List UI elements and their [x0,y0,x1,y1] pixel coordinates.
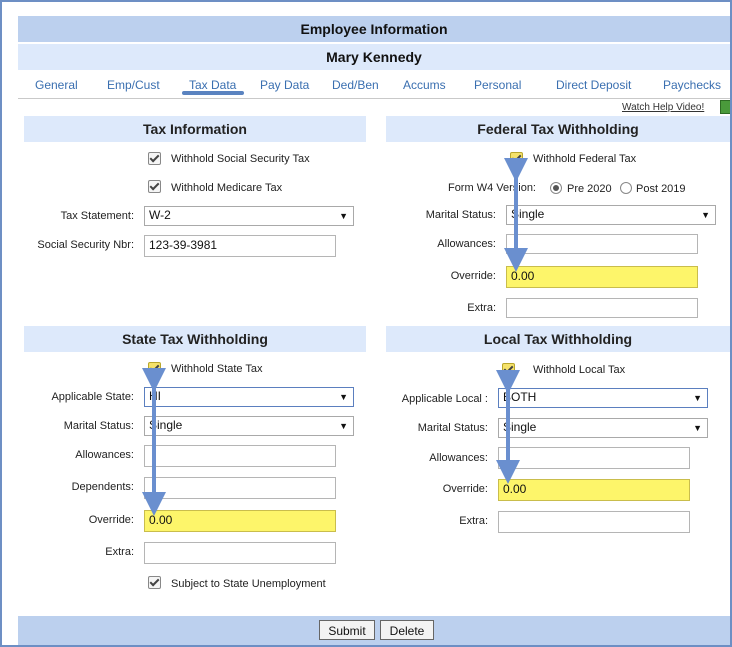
state-dependents-input[interactable] [144,477,336,499]
applicable-local-value: BOTH [503,390,537,404]
withhold-local-checkbox[interactable] [502,363,515,376]
chevron-down-icon: ▼ [339,421,348,431]
federal-extra-input[interactable] [506,298,698,318]
state-override-label: Override: [88,514,134,526]
submit-button[interactable]: Submit [319,620,375,640]
withhold-state-checkbox[interactable] [148,362,161,375]
tab-pay-data[interactable]: Pay Data [260,78,309,92]
federal-allowances-input[interactable] [506,234,698,254]
pre-2020-radio[interactable] [550,182,562,194]
chevron-down-icon: ▼ [339,392,348,402]
withhold-federal-label: Withhold Federal Tax [533,153,637,165]
state-override-input[interactable]: 0.00 [144,510,336,532]
state-extra-label: Extra: [105,546,134,558]
local-allowances-input[interactable] [498,447,690,469]
withhold-ss-checkbox[interactable] [148,152,161,165]
active-tab-indicator [182,91,244,95]
local-marital-value: Single [503,420,537,434]
sui-label: Subject to State Unemployment [171,578,326,590]
state-marital-label: Marital Status: [63,420,134,432]
state-dependents-label: Dependents: [71,481,134,493]
federal-marital-label: Marital Status: [425,209,496,221]
pre-2020-label: Pre 2020 [567,183,612,195]
tab-general[interactable]: General [35,78,78,92]
tab-direct-deposit[interactable]: Direct Deposit [556,78,631,92]
film-icon[interactable] [720,100,730,114]
chevron-down-icon: ▼ [693,423,702,433]
withhold-local-label: Withhold Local Tax [533,364,626,376]
local-allowances-label: Allowances: [429,452,488,464]
ssn-label: Social Security Nbr: [37,239,134,251]
state-allowances-input[interactable] [144,445,336,467]
federal-extra-label: Extra: [467,302,496,314]
state-allowances-label: Allowances: [75,449,134,461]
ssn-input[interactable]: 123-39-3981 [144,235,336,257]
tax-info-header: Tax Information [24,116,366,142]
state-marital-value: Single [149,418,183,432]
tax-statement-select[interactable]: W-2 ▼ [144,206,354,226]
federal-override-input[interactable]: 0.00 [506,266,698,288]
state-extra-input[interactable] [144,542,336,564]
employee-window: Employee Information Mary Kennedy Genera… [0,0,732,647]
federal-header: Federal Tax Withholding [386,116,730,142]
federal-marital-select[interactable]: Single ▼ [506,205,716,225]
sui-checkbox[interactable] [148,576,161,589]
tab-accums[interactable]: Accums [403,78,446,92]
tax-statement-value: W-2 [149,208,171,222]
tab-ded-ben[interactable]: Ded/Ben [332,78,379,92]
applicable-state-label: Applicable State: [51,391,134,403]
chevron-down-icon: ▼ [693,393,702,403]
page-title: Employee Information [18,16,730,42]
tax-statement-label: Tax Statement: [60,210,134,222]
help-video-link[interactable]: Watch Help Video! [622,102,704,113]
withhold-medicare-checkbox[interactable] [148,180,161,193]
local-extra-label: Extra: [459,515,488,527]
local-extra-input[interactable] [498,511,690,533]
tab-tax-data[interactable]: Tax Data [189,78,236,92]
local-override-label: Override: [442,483,488,495]
tab-bar: General Emp/Cust Tax Data Pay Data Ded/B… [18,72,730,99]
state-marital-select[interactable]: Single ▼ [144,416,354,436]
chevron-down-icon: ▼ [339,211,348,221]
post-2019-label: Post 2019 [636,183,686,195]
withhold-federal-checkbox[interactable] [510,152,523,165]
tab-personal[interactable]: Personal [474,78,521,92]
chevron-down-icon: ▼ [701,210,710,220]
federal-override-label: Override: [450,270,496,282]
withhold-ss-label: Withhold Social Security Tax [171,153,310,165]
federal-marital-value: Single [511,207,545,221]
tab-paychecks[interactable]: Paychecks [663,78,721,92]
applicable-local-label: Applicable Local : [401,393,488,405]
local-marital-select[interactable]: Single ▼ [498,418,708,438]
withhold-medicare-label: Withhold Medicare Tax [171,182,283,194]
federal-allowances-label: Allowances: [437,238,496,250]
local-override-input[interactable]: 0.00 [498,479,690,501]
applicable-local-select[interactable]: BOTH ▼ [498,388,708,408]
applicable-state-select[interactable]: HI ▼ [144,387,354,407]
local-header: Local Tax Withholding [386,326,730,352]
state-header: State Tax Withholding [24,326,366,352]
employee-name: Mary Kennedy [18,44,730,70]
applicable-state-value: HI [149,389,161,403]
local-marital-label: Marital Status: [417,422,488,434]
form-w4-label: Form W4 Version: [447,182,536,194]
delete-button[interactable]: Delete [380,620,434,640]
withhold-state-label: Withhold State Tax [171,363,263,375]
post-2019-radio[interactable] [620,182,632,194]
tab-emp-cust[interactable]: Emp/Cust [107,78,160,92]
